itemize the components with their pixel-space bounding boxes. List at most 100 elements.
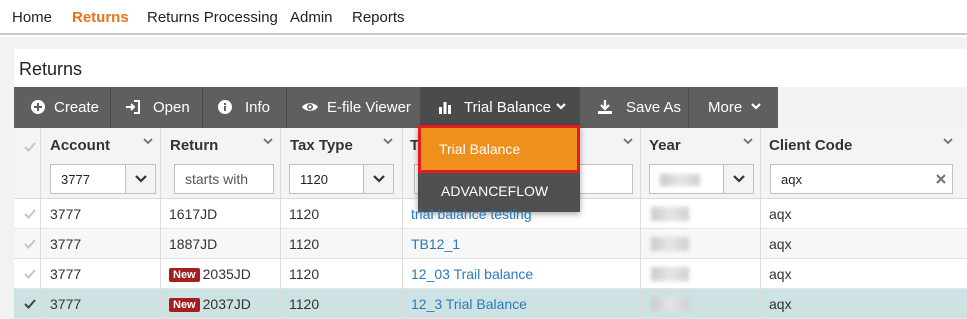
cell-tax-type: 1120 <box>289 206 320 222</box>
column-divider <box>160 199 161 319</box>
e-file-viewer-button[interactable]: E-file Viewer <box>287 87 421 128</box>
menu-item-trial-balance[interactable]: Trial Balance <box>418 125 580 173</box>
cell-name-link[interactable]: 12_03 Trail balance <box>411 266 533 282</box>
column-header-account[interactable]: Account <box>50 137 110 154</box>
return-filter-input[interactable]: starts with <box>174 164 274 194</box>
column-header-client-code[interactable]: Client Code <box>769 137 852 154</box>
column-divider <box>40 199 41 319</box>
chevron-down-icon <box>556 103 566 110</box>
chevron-down-icon <box>135 175 147 183</box>
info-circle-icon <box>218 100 232 114</box>
nav-item-home[interactable]: Home <box>12 9 52 26</box>
select-all-check-icon[interactable] <box>24 142 36 152</box>
column-divider <box>280 128 281 199</box>
menu-item-trial-balance-label: Trial Balance <box>439 141 521 157</box>
create-button[interactable]: Create <box>14 87 111 128</box>
row-check-icon[interactable] <box>24 209 36 219</box>
cell-account: 3777 <box>50 236 82 252</box>
cell-return: New 2035JD <box>169 266 251 282</box>
redacted-value <box>660 174 700 186</box>
chevron-down-icon <box>751 103 761 110</box>
account-filter-dropdown[interactable] <box>125 165 155 193</box>
chevron-down-icon[interactable] <box>623 138 633 145</box>
open-button[interactable]: Open <box>111 87 203 128</box>
chevron-down-icon <box>373 175 385 183</box>
column-divider <box>760 128 761 199</box>
grid-body: 3777 1617JD 1120 trial balance testing aqx 37… <box>14 199 967 319</box>
cell-return: 1887JD <box>169 236 218 252</box>
cell-tax-type: 1120 <box>289 266 320 282</box>
column-divider <box>280 199 281 319</box>
row-check-icon[interactable] <box>24 299 36 309</box>
column-divider <box>640 128 641 199</box>
cell-client-code: aqx <box>769 296 792 312</box>
plus-circle-icon <box>31 100 45 114</box>
info-label: Info <box>245 99 271 116</box>
save-as-label: Save As <box>626 99 682 116</box>
column-divider <box>40 128 41 199</box>
nav-item-reports[interactable]: Reports <box>352 9 405 26</box>
more-button[interactable]: More <box>689 87 778 128</box>
chevron-down-icon[interactable] <box>943 138 953 145</box>
cell-return: 1617JD <box>169 206 218 222</box>
bar-chart-icon <box>439 102 451 114</box>
nav-item-admin[interactable]: Admin <box>290 9 333 26</box>
column-divider <box>760 199 761 319</box>
account-filter-select[interactable]: 3777 <box>50 164 156 194</box>
tax-type-filter-select[interactable]: 1120 <box>289 164 394 194</box>
table-row[interactable]: 3777 New 2037JD 1120 12_3 Trial Balance aqx <box>14 289 967 319</box>
table-row[interactable]: 3777 1617JD 1120 trial balance testing aqx <box>14 199 967 229</box>
return-filter-placeholder: starts with <box>185 171 249 187</box>
tax-type-filter-dropdown[interactable] <box>363 165 393 193</box>
row-check-icon[interactable] <box>24 239 36 249</box>
trial-balance-label: Trial Balance <box>464 99 551 116</box>
column-divider <box>160 128 161 199</box>
download-icon <box>598 100 612 114</box>
e-file-viewer-label: E-file Viewer <box>327 99 411 116</box>
cell-tax-type: 1120 <box>289 236 320 252</box>
redacted-value <box>651 267 689 281</box>
account-filter-value: 3777 <box>61 172 90 187</box>
trial-balance-button[interactable]: Trial Balance <box>421 87 580 128</box>
column-header-tax-type[interactable]: Tax Type <box>290 137 353 154</box>
new-badge: New <box>169 268 200 282</box>
cell-name-link[interactable]: trial balance testing <box>411 206 532 222</box>
info-button[interactable]: Info <box>203 87 287 128</box>
cell-name-link[interactable]: 12_3 Trial Balance <box>411 296 527 312</box>
save-as-button[interactable]: Save As <box>580 87 689 128</box>
cell-tax-type: 1120 <box>289 296 320 312</box>
table-row[interactable]: 3777 New 2035JD 1120 12_03 Trail balance aqx <box>14 259 967 289</box>
chevron-down-icon[interactable] <box>263 138 273 145</box>
client-code-filter-value: aqx <box>781 172 802 187</box>
close-icon[interactable] <box>936 174 946 184</box>
chevron-down-icon <box>733 175 745 183</box>
cell-client-code: aqx <box>769 236 792 252</box>
chevron-down-icon[interactable] <box>383 138 393 145</box>
year-filter-dropdown[interactable] <box>723 165 753 193</box>
open-label: Open <box>153 99 190 116</box>
create-label: Create <box>54 99 100 116</box>
toolbar: Create Open Info E-file Viewer Trial Bal… <box>14 87 778 128</box>
nav-item-returns[interactable]: Returns <box>72 9 129 26</box>
column-header-return[interactable]: Return <box>170 137 218 154</box>
chevron-down-icon[interactable] <box>143 138 153 145</box>
column-divider <box>402 199 403 319</box>
menu-item-advanceflow-label: ADVANCEFLOW <box>441 183 549 199</box>
cell-name-link[interactable]: TB12_1 <box>411 236 460 252</box>
cell-account: 3777 <box>50 296 82 312</box>
top-nav: Home Returns Returns Processing Admin Re… <box>0 0 967 35</box>
tax-type-filter-value: 1120 <box>300 172 328 187</box>
nav-item-returns-processing[interactable]: Returns Processing <box>147 9 278 26</box>
column-header-year[interactable]: Year <box>649 137 681 154</box>
page-title: Returns <box>19 59 83 79</box>
redacted-value <box>651 207 689 221</box>
chevron-down-icon[interactable] <box>743 138 753 145</box>
client-code-filter-input[interactable]: aqx <box>770 164 953 194</box>
cell-account: 3777 <box>50 266 82 282</box>
panel-header: Returns <box>14 49 967 87</box>
year-filter-select[interactable] <box>649 164 754 194</box>
cell-client-code: aqx <box>769 266 792 282</box>
more-label: More <box>708 99 743 116</box>
table-row[interactable]: 3777 1887JD 1120 TB12_1 aqx <box>14 229 967 259</box>
row-check-icon[interactable] <box>24 269 36 279</box>
